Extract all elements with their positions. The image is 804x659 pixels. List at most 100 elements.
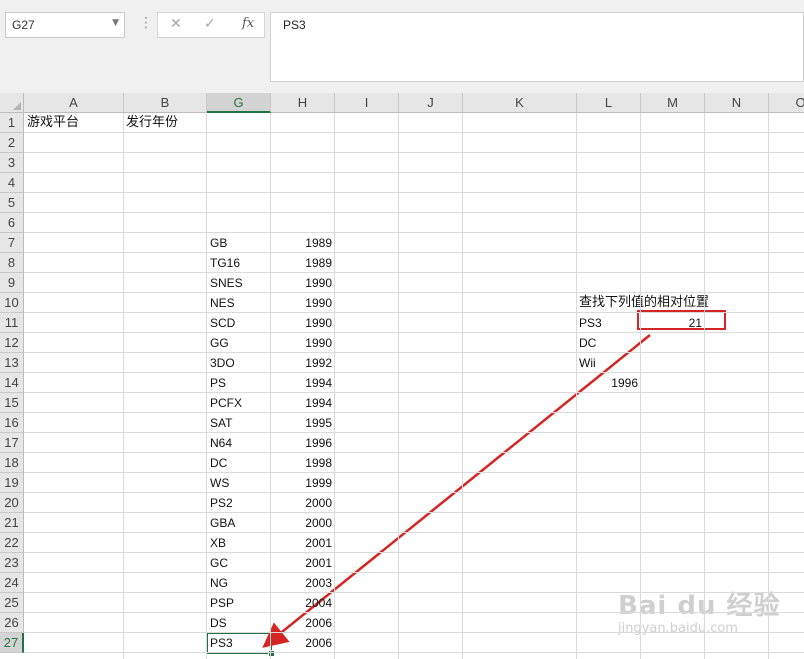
row-header-3[interactable]: 3 [0,153,24,173]
row-header-5[interactable]: 5 [0,193,24,213]
row-header-26[interactable]: 26 [0,613,24,633]
formula-input[interactable]: PS3 [270,12,804,82]
cell-H10[interactable]: 1990 [271,293,332,313]
cell-G19[interactable]: WS [210,473,229,493]
cell-G25[interactable]: PSP [210,593,234,613]
more-icon[interactable]: ⋮ [139,15,153,31]
chevron-down-icon[interactable]: ▼ [112,18,119,28]
cell-G26[interactable]: DS [210,613,227,633]
cell-G13[interactable]: 3DO [210,353,235,373]
cell-H11[interactable]: 1990 [271,313,332,333]
cell-G21[interactable]: GBA [210,513,235,533]
gridline [24,252,804,253]
cell-H27[interactable]: 2006 [271,633,332,653]
cell-H26[interactable]: 2006 [271,613,332,633]
cell-H9[interactable]: 1990 [271,273,332,293]
cell-H25[interactable]: 2004 [271,593,332,613]
column-header-N[interactable]: N [705,93,769,113]
row-header-8[interactable]: 8 [0,253,24,273]
gridline [206,113,207,659]
row-header-25[interactable]: 25 [0,593,24,613]
cell-G10[interactable]: NES [210,293,235,313]
cell-G23[interactable]: GC [210,553,228,573]
row-header-16[interactable]: 16 [0,413,24,433]
cell-H19[interactable]: 1999 [271,473,332,493]
cell-H17[interactable]: 1996 [271,433,332,453]
row-header-27[interactable]: 27 [0,633,24,653]
cell-H20[interactable]: 2000 [271,493,332,513]
cell-G18[interactable]: DC [210,453,227,473]
cell-B1[interactable]: 发行年份 [126,113,178,133]
row-header-18[interactable]: 18 [0,453,24,473]
column-header-O[interactable]: O [769,93,804,113]
cell-G22[interactable]: XB [210,533,226,553]
cell-H7[interactable]: 1989 [271,233,332,253]
column-header-M[interactable]: M [641,93,705,113]
row-header-9[interactable]: 9 [0,273,24,293]
cell-G7[interactable]: GB [210,233,227,253]
gridline [24,272,804,273]
gridline [24,512,804,513]
column-header-A[interactable]: A [24,93,124,113]
column-header-G[interactable]: G [207,93,271,113]
function-icon[interactable]: fx [242,16,254,31]
column-header-I[interactable]: I [335,93,399,113]
gridline [24,452,804,453]
row-header-22[interactable]: 22 [0,533,24,553]
cell-H14[interactable]: 1994 [271,373,332,393]
cell-H16[interactable]: 1995 [271,413,332,433]
cell-A1[interactable]: 游戏平台 [27,113,79,133]
row-header-10[interactable]: 10 [0,293,24,313]
cell-H13[interactable]: 1992 [271,353,332,373]
row-header-12[interactable]: 12 [0,333,24,353]
cell-H23[interactable]: 2001 [271,553,332,573]
cell-H12[interactable]: 1990 [271,333,332,353]
cell-L13[interactable]: Wii [579,353,596,373]
cell-G17[interactable]: N64 [210,433,232,453]
column-header-K[interactable]: K [463,93,577,113]
row-header-1[interactable]: 1 [0,113,24,133]
row-header-24[interactable]: 24 [0,573,24,593]
select-all-button[interactable] [0,93,24,113]
row-header-17[interactable]: 17 [0,433,24,453]
column-header-L[interactable]: L [577,93,641,113]
cell-L14[interactable]: 1996 [577,373,638,393]
cell-G8[interactable]: TG16 [210,253,240,273]
cell-G27[interactable]: PS3 [210,633,233,653]
cell-G24[interactable]: NG [210,573,228,593]
spreadsheet-grid[interactable]: 游戏平台 发行年份 查找下列值的相对位置 PS3 DC Wii 1996 21 … [0,93,804,659]
row-header-23[interactable]: 23 [0,553,24,573]
cell-G16[interactable]: SAT [210,413,232,433]
cell-G20[interactable]: PS2 [210,493,233,513]
cell-G14[interactable]: PS [210,373,226,393]
cell-G11[interactable]: SCD [210,313,235,333]
row-header-11[interactable]: 11 [0,313,24,333]
row-header-13[interactable]: 13 [0,353,24,373]
row-header-19[interactable]: 19 [0,473,24,493]
cell-G9[interactable]: SNES [210,273,243,293]
cell-H15[interactable]: 1994 [271,393,332,413]
column-header-J[interactable]: J [399,93,463,113]
cell-L12[interactable]: DC [579,333,596,353]
row-header-21[interactable]: 21 [0,513,24,533]
row-header-7[interactable]: 7 [0,233,24,253]
cell-H22[interactable]: 2001 [271,533,332,553]
confirm-icon[interactable]: ✓ [204,16,216,32]
cell-H18[interactable]: 1998 [271,453,332,473]
row-header-6[interactable]: 6 [0,213,24,233]
cell-H24[interactable]: 2003 [271,573,332,593]
cancel-icon[interactable]: ✕ [170,16,182,32]
cell-G15[interactable]: PCFX [210,393,242,413]
row-header-4[interactable]: 4 [0,173,24,193]
cell-G12[interactable]: GG [210,333,229,353]
cell-H21[interactable]: 2000 [271,513,332,533]
cell-L11[interactable]: PS3 [579,313,602,333]
cell-H8[interactable]: 1989 [271,253,332,273]
column-header-H[interactable]: H [271,93,335,113]
row-header-15[interactable]: 15 [0,393,24,413]
row-header-14[interactable]: 14 [0,373,24,393]
name-box[interactable]: G27 ▼ [5,12,125,38]
row-header-2[interactable]: 2 [0,133,24,153]
column-header-B[interactable]: B [124,93,207,113]
row-header-20[interactable]: 20 [0,493,24,513]
